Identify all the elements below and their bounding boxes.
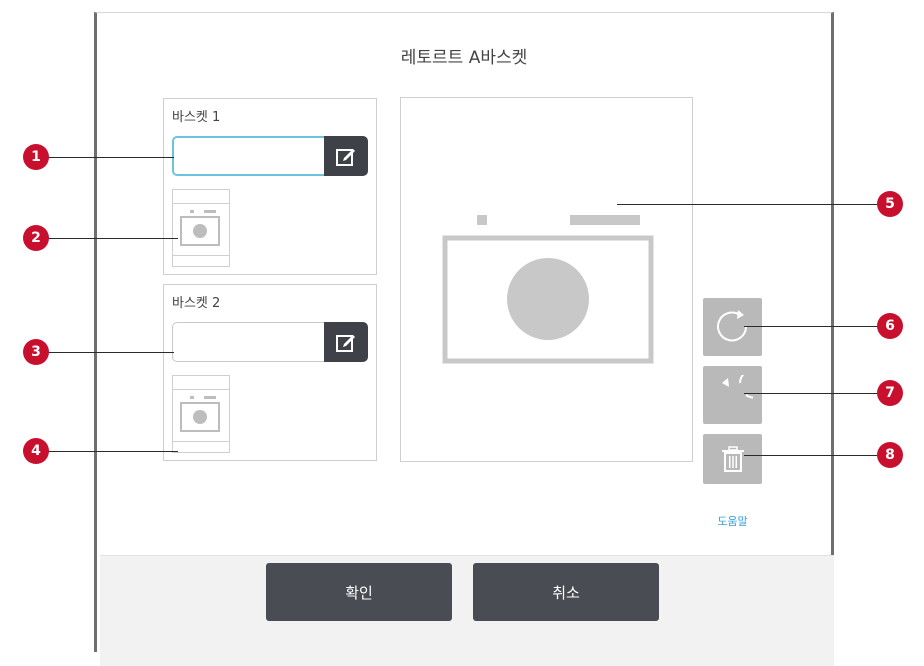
dialog-footer	[100, 555, 834, 666]
basket-2-thumbnail[interactable]	[172, 375, 230, 453]
basket-1-id-input[interactable]	[172, 136, 324, 176]
pencil-square-icon	[336, 149, 355, 166]
callout-leader-4	[48, 451, 178, 452]
basket-2-panel: 바스켓 2	[163, 284, 377, 461]
basket-2-id-input[interactable]	[172, 322, 324, 362]
callout-leader-8	[744, 455, 881, 456]
basket-1-thumbnail[interactable]	[172, 189, 230, 267]
basket-1-panel: 바스켓 1	[163, 98, 377, 275]
confirm-button[interactable]: 확인	[266, 563, 452, 621]
delete-button[interactable]	[703, 434, 762, 484]
basket-1-edit-button[interactable]	[324, 136, 368, 176]
dialog-title: 레토르트 A바스켓	[400, 48, 528, 68]
pencil-square-icon	[336, 335, 355, 352]
cancel-button[interactable]: 취소	[473, 563, 659, 621]
basket-thumbnail-icon	[173, 389, 229, 442]
trash-icon	[721, 446, 744, 472]
rotate-counterclockwise-icon	[721, 375, 753, 399]
callout-leader-6	[744, 326, 881, 327]
callout-3: 3	[23, 339, 49, 365]
callout-leader-5	[617, 204, 881, 205]
callout-leader-2	[48, 238, 178, 239]
callout-5: 5	[877, 191, 903, 217]
callout-7: 7	[877, 380, 903, 406]
basket-preview	[400, 97, 693, 462]
basket-1-label: 바스켓 1	[172, 110, 221, 125]
basket-preview-image-icon	[442, 215, 654, 364]
help-link[interactable]: 도움말	[703, 513, 762, 529]
callout-1: 1	[23, 144, 49, 170]
callout-8: 8	[877, 442, 903, 468]
callout-6: 6	[877, 313, 903, 339]
basket-2-label: 바스켓 2	[172, 296, 221, 311]
callout-2: 2	[23, 225, 49, 251]
rotate-clockwise-button[interactable]	[703, 298, 762, 356]
rotate-counterclockwise-button[interactable]	[703, 366, 762, 424]
callout-leader-7	[744, 393, 881, 394]
callout-4: 4	[23, 438, 49, 464]
basket-thumbnail-icon	[173, 203, 229, 256]
basket-2-edit-button[interactable]	[324, 322, 368, 362]
rotate-clockwise-icon	[716, 310, 747, 342]
callout-leader-1	[48, 157, 174, 158]
callout-leader-3	[48, 352, 174, 353]
